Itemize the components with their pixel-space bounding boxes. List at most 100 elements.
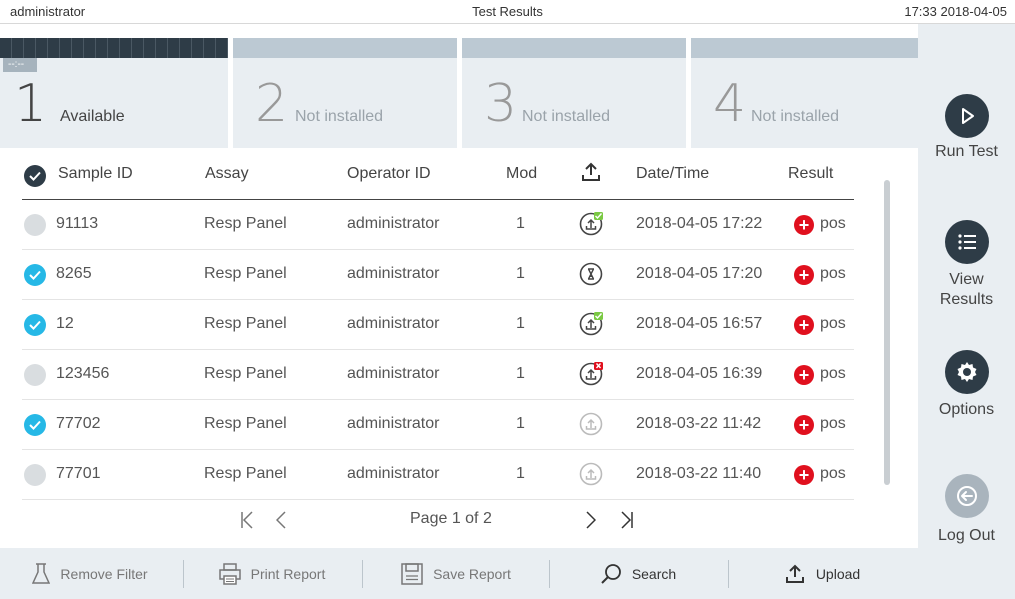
log-out-button[interactable]: Log Out [918,474,1015,546]
list-icon [944,220,989,264]
module-tab-4[interactable]: 4 Not installed [691,38,918,148]
options-label: Options [938,401,995,418]
module-number: 1 [14,74,48,134]
row-checkbox[interactable] [24,364,46,386]
cell-assay: Resp Panel [204,365,287,382]
header-assay[interactable]: Assay [205,165,249,183]
run-test-button[interactable]: Run Test [918,94,1015,162]
row-checkbox[interactable] [24,264,46,286]
previous-page-icon[interactable] [276,511,286,529]
print-report-button[interactable]: Print Report [186,548,358,599]
status-bar: administrator Test Results 17:33 2018-04… [0,0,1015,24]
table-row[interactable]: 123456 Resp Panel administrator 1 2018-04-05… [0,350,870,400]
remove-filter-button[interactable]: Remove Filter [0,548,180,599]
positive-result-icon: + [794,465,814,485]
cell-operator-id: administrator [347,315,440,332]
cell-mod: 1 [516,365,525,382]
filter-icon [32,562,51,584]
header-result[interactable]: Result [788,165,833,183]
view-results-label-2: Results [939,291,994,308]
upload-status-icon [579,412,603,436]
printer-icon [218,562,241,585]
run-test-label: Run Test [935,143,998,160]
table-row[interactable]: 8265 Resp Panel administrator 1 2018-04-05 1… [0,250,870,300]
header-sample-id[interactable]: Sample ID [58,165,133,183]
cell-mod: 1 [516,465,525,482]
play-icon [944,94,989,138]
module-timer: --:-- [3,58,37,72]
module-tab-3[interactable]: 3 Not installed [462,38,686,148]
table-row[interactable]: 12 Resp Panel administrator 1 2018-04-05 16:… [0,300,870,350]
upload-status-icon [579,212,603,236]
positive-result-icon: + [794,315,814,335]
cell-sample-id: 8265 [56,265,92,282]
positive-result-icon: + [794,365,814,385]
scrollbar[interactable] [884,180,890,485]
cell-assay: Resp Panel [204,465,287,482]
first-page-icon[interactable] [240,511,254,529]
cell-date-time: 2018-03-22 11:42 [636,415,762,432]
row-checkbox[interactable] [24,414,46,436]
clock: 17:33 2018-04-05 [904,4,1007,19]
cell-sample-id: 77701 [56,465,101,482]
cell-assay: Resp Panel [204,315,287,332]
cell-mod: 1 [516,215,525,232]
upload-status-icon [579,262,603,286]
bottom-toolbar: Remove Filter Print Report Save Report S… [0,548,918,599]
search-button[interactable]: Search [552,548,724,599]
header-mod[interactable]: Mod [506,165,537,183]
view-results-label-1: View [949,271,984,288]
cell-sample-id: 12 [56,315,74,332]
table-row[interactable]: 77702 Resp Panel administrator 1 2018-03-22 … [0,400,870,450]
cell-operator-id: administrator [347,365,440,382]
cell-operator-id: administrator [347,265,440,282]
table-row[interactable]: 77701 Resp Panel administrator 1 2018-03-22 … [0,450,870,500]
row-checkbox[interactable] [24,464,46,486]
save-report-label: Save Report [433,565,511,582]
print-report-label: Print Report [250,565,326,582]
select-all-checkbox[interactable] [24,165,46,187]
upload-status-icon [579,362,603,386]
module-number: 3 [484,74,518,134]
cell-mod: 1 [516,265,525,282]
cell-result: pos [820,465,846,482]
cell-operator-id: administrator [347,465,440,482]
cell-sample-id: 123456 [56,365,110,382]
pagination: Page 1 of 2 [0,500,918,540]
module-status: Available [60,108,125,125]
upload-button[interactable]: Upload [732,548,912,599]
row-checkbox[interactable] [24,314,46,336]
module-tab-1[interactable]: --:-- 1 Available [0,38,228,148]
next-page-icon[interactable] [586,511,596,529]
module-number: 2 [255,74,289,134]
upload-label: Upload [815,565,861,582]
last-page-icon[interactable] [620,511,634,529]
options-button[interactable]: Options [918,350,1015,420]
table-header: Sample ID Assay Operator ID Mod Date/Tim… [0,148,870,200]
search-label: Search [631,565,677,582]
table-row[interactable]: 91113 Resp Panel administrator 1 2018-04-05 … [0,200,870,250]
row-checkbox[interactable] [24,214,46,236]
cell-date-time: 2018-03-22 11:40 [636,465,762,482]
header-date-time[interactable]: Date/Time [636,165,709,183]
cell-operator-id: administrator [347,415,440,432]
cell-mod: 1 [516,315,525,332]
module-tab-2[interactable]: 2 Not installed [233,38,457,148]
positive-result-icon: + [794,215,814,235]
upload-icon [785,564,804,583]
cell-assay: Resp Panel [204,215,287,232]
module-status: Not installed [751,108,840,125]
page-title: Test Results [472,4,543,19]
cell-date-time: 2018-04-05 16:39 [636,365,763,382]
upload-status-header-icon[interactable] [580,161,602,183]
remove-filter-label: Remove Filter [60,565,148,582]
page-indicator: Page 1 of 2 [410,510,492,527]
view-results-button[interactable]: View Results [918,220,1015,310]
save-report-button[interactable]: Save Report [366,548,546,599]
cell-sample-id: 77702 [56,415,101,432]
upload-status-icon [579,312,603,336]
log-out-icon [944,474,989,518]
save-icon [401,562,423,585]
header-operator-id[interactable]: Operator ID [347,165,431,183]
cell-assay: Resp Panel [204,265,287,282]
